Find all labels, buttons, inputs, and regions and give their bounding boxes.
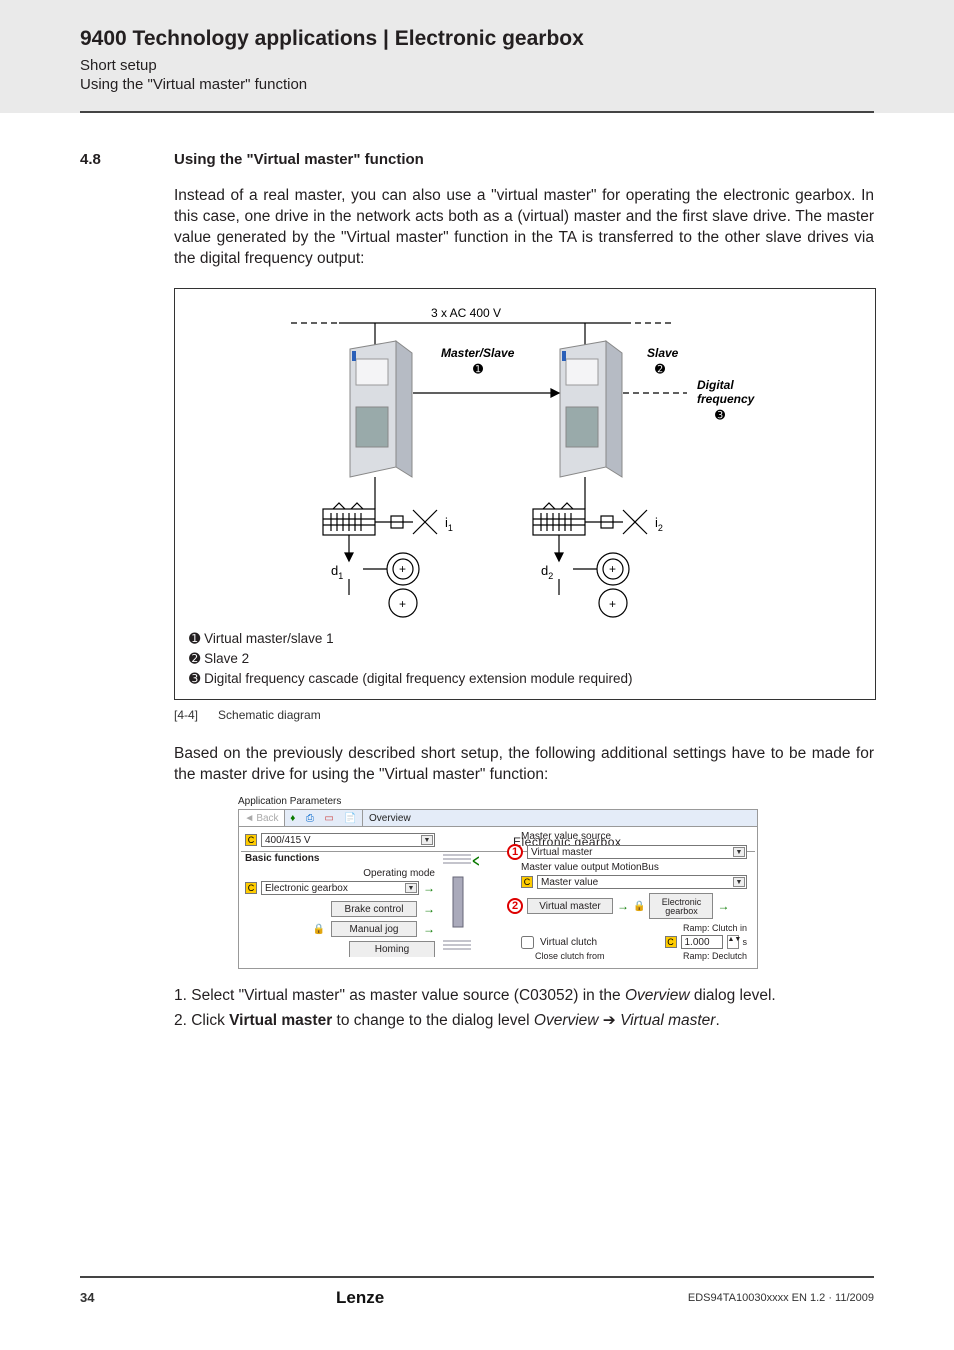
ramp-value-input[interactable]: 1.000 xyxy=(681,935,723,949)
instruction-steps: 1. Select "Virtual master" as master val… xyxy=(174,987,874,1030)
slave-label: Slave xyxy=(647,346,679,360)
gear-1 xyxy=(323,503,375,535)
page-title: 9400 Technology applications | Electroni… xyxy=(80,27,874,51)
tool-icon-3[interactable]: 📄 xyxy=(344,813,356,824)
step-2: 2. Click Virtual master to change to the… xyxy=(192,1011,874,1030)
drive-2 xyxy=(560,341,622,477)
arrow-icon: → xyxy=(423,881,435,895)
mid-graphic xyxy=(439,851,479,961)
svg-text:+: + xyxy=(609,562,616,576)
d1-label: d1 xyxy=(331,563,343,581)
toolbar: ◄ Back ♦ ⎙ ▭ 📄 Overview xyxy=(238,809,758,827)
df-label-2: frequency xyxy=(697,392,756,406)
schematic-figure: 3 x AC 400 V Master/Slave ➊ Slave ➋ xyxy=(174,288,876,701)
i1-label: i1 xyxy=(445,515,453,533)
c-icon: C xyxy=(245,882,257,894)
master-value-dropdown[interactable]: Master value▼ xyxy=(537,875,747,889)
legend-3: Digital frequency cascade (digital frequ… xyxy=(200,671,632,686)
c-icon: C xyxy=(245,834,257,846)
page-footer: 34 Lenze EDS94TA10030xxxx EN 1.2 · 11/20… xyxy=(0,1276,954,1316)
master-slave-label: Master/Slave xyxy=(441,346,515,360)
legend-2: Slave 2 xyxy=(200,651,249,666)
electronic-gearbox-button[interactable]: Electronicgearbox xyxy=(649,893,713,919)
arrow-icon: → xyxy=(423,902,435,916)
arrow-icon: → xyxy=(423,922,435,936)
figure-caption: [4-4]Schematic diagram xyxy=(174,708,874,722)
voltage-dropdown[interactable]: 400/415 V▼ xyxy=(261,833,435,847)
section-number: 4.8 xyxy=(80,151,174,168)
df-label-1: Digital xyxy=(697,378,734,392)
step-marker-1: 1 xyxy=(507,844,523,860)
supply-label: 3 x AC 400 V xyxy=(431,306,501,320)
svg-text:➊: ➊ xyxy=(473,362,483,376)
brake-control-button[interactable]: Brake control xyxy=(331,901,417,917)
toolbar-icons[interactable]: ♦ ⎙ ▭ 📄 xyxy=(285,810,363,826)
svg-text:+: + xyxy=(399,562,406,576)
master-value-source-dropdown[interactable]: Virtual master▼ xyxy=(527,845,747,859)
i2-label: i2 xyxy=(655,515,663,533)
c-icon: C xyxy=(521,876,533,888)
tool-icon-1[interactable]: ⎙ xyxy=(306,813,314,824)
page-number: 34 xyxy=(80,1290,94,1305)
para-after-figure: Based on the previously described short … xyxy=(174,744,874,786)
basic-functions-label: Basic functions xyxy=(245,853,435,864)
back-button[interactable]: ◄ Back xyxy=(239,810,285,826)
ramp-clutch-in-label: Ramp: Clutch in xyxy=(507,923,747,933)
lock-icon: 🔒 xyxy=(313,924,325,935)
header-sub2: Using the "Virtual master" function xyxy=(80,76,874,93)
operating-mode-label: Operating mode xyxy=(245,868,435,879)
close-clutch-from-label: Close clutch from xyxy=(535,951,605,961)
schematic-svg: 3 x AC 400 V Master/Slave ➊ Slave ➋ xyxy=(245,299,805,619)
mvs-label: Master value source xyxy=(521,831,747,842)
svg-text:➋: ➋ xyxy=(655,362,665,376)
svg-text:+: + xyxy=(609,597,616,611)
step-marker-2: 2 xyxy=(507,898,523,914)
virtual-master-button[interactable]: Virtual master xyxy=(527,898,613,914)
app-screenshot: Application Parameters ◄ Back ♦ ⎙ ▭ 📄 Ov… xyxy=(238,796,758,969)
header-rule xyxy=(80,111,874,113)
header-sub1: Short setup xyxy=(80,57,874,74)
spinner-icon[interactable]: ▲▼ xyxy=(727,935,739,949)
section-intro-paragraph: Instead of a real master, you can also u… xyxy=(174,186,874,270)
c-icon: C xyxy=(665,936,677,948)
manual-jog-button[interactable]: Manual jog xyxy=(331,921,417,937)
homing-button[interactable]: Homing xyxy=(349,941,435,957)
d2-label: d2 xyxy=(541,563,553,581)
overview-tab[interactable]: Overview xyxy=(363,810,757,826)
lenze-logo: Lenze xyxy=(336,1286,446,1309)
virtual-clutch-label: Virtual clutch xyxy=(540,937,661,948)
gear-2 xyxy=(533,503,585,535)
drive-1 xyxy=(350,341,412,477)
operating-mode-dropdown[interactable]: Electronic gearbox▼ xyxy=(261,881,419,895)
mvomb-label: Master value output MotionBus xyxy=(521,862,747,873)
figure-legend: ➊ Virtual master/slave 1 ➋ Slave 2 ➌ Dig… xyxy=(189,629,861,690)
lock-icon: 🔒 xyxy=(633,901,645,912)
step-1: 1. Select "Virtual master" as master val… xyxy=(192,987,874,1005)
svg-text:+: + xyxy=(399,597,406,611)
tool-icon-2[interactable]: ▭ xyxy=(324,813,333,824)
legend-1: Virtual master/slave 1 xyxy=(200,631,333,646)
app-params-label: Application Parameters xyxy=(238,796,758,807)
svg-text:➌: ➌ xyxy=(715,408,725,422)
section-title: Using the "Virtual master" function xyxy=(174,151,424,168)
svg-text:Lenze: Lenze xyxy=(336,1288,384,1307)
apply-icon[interactable]: ♦ xyxy=(290,813,295,824)
doc-id: EDS94TA10030xxxx EN 1.2 · 11/2009 xyxy=(688,1292,874,1304)
ramp-declutch-label: Ramp: Declutch xyxy=(683,951,747,961)
arrow-icon: → xyxy=(717,899,729,913)
unit-label: s xyxy=(743,937,748,947)
virtual-clutch-checkbox[interactable] xyxy=(521,936,534,949)
arrow-icon: → xyxy=(617,899,629,913)
